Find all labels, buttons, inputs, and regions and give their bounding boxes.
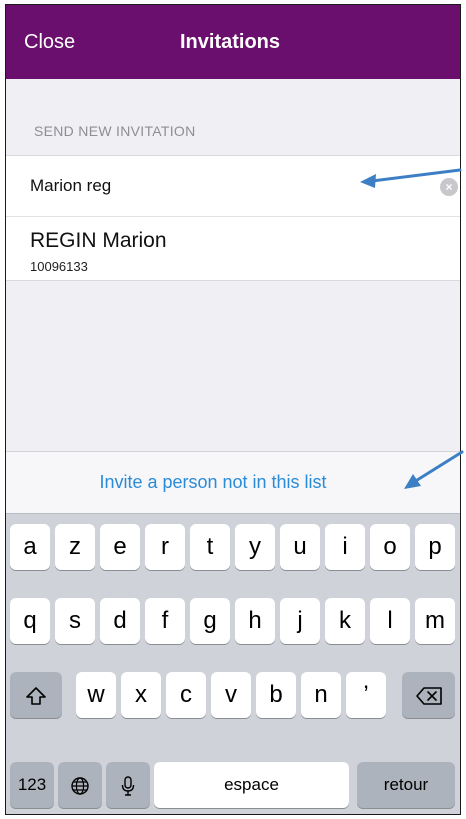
key-d[interactable]: d xyxy=(100,598,140,644)
key-apostrophe[interactable]: ’ xyxy=(346,672,386,718)
key-l[interactable]: l xyxy=(370,598,410,644)
microphone-icon xyxy=(121,775,135,796)
search-row: × xyxy=(6,155,460,217)
navigation-bar: Close Invitations xyxy=(6,5,460,79)
key-x[interactable]: x xyxy=(121,672,161,718)
key-o[interactable]: o xyxy=(370,524,410,570)
key-u[interactable]: u xyxy=(280,524,320,570)
keyboard: a z e r t y u i o p q s d f g h j k l m … xyxy=(6,513,460,814)
list-item[interactable]: REGIN Marion 10096133 xyxy=(6,217,460,281)
key-i[interactable]: i xyxy=(325,524,365,570)
key-e[interactable]: e xyxy=(100,524,140,570)
return-key[interactable]: retour xyxy=(357,762,455,808)
invite-bar: Invite a person not in this list xyxy=(6,451,460,513)
backspace-key[interactable] xyxy=(402,672,455,718)
key-s[interactable]: s xyxy=(55,598,95,644)
key-f[interactable]: f xyxy=(145,598,185,644)
globe-key[interactable] xyxy=(58,762,102,808)
globe-icon xyxy=(71,776,89,795)
shift-key[interactable] xyxy=(10,672,62,718)
key-h[interactable]: h xyxy=(235,598,275,644)
key-y[interactable]: y xyxy=(235,524,275,570)
shift-icon xyxy=(26,686,46,705)
key-v[interactable]: v xyxy=(211,672,251,718)
key-z[interactable]: z xyxy=(55,524,95,570)
key-c[interactable]: c xyxy=(166,672,206,718)
key-q[interactable]: q xyxy=(10,598,50,644)
microphone-key[interactable] xyxy=(106,762,150,808)
app-screen: Close Invitations SEND NEW INVITATION × … xyxy=(5,4,461,815)
section-header: SEND NEW INVITATION xyxy=(34,123,196,139)
person-name: REGIN Marion xyxy=(30,229,167,252)
key-w[interactable]: w xyxy=(76,672,116,718)
person-id: 10096133 xyxy=(30,259,88,274)
key-r[interactable]: r xyxy=(145,524,185,570)
key-k[interactable]: k xyxy=(325,598,365,644)
key-a[interactable]: a xyxy=(10,524,50,570)
key-j[interactable]: j xyxy=(280,598,320,644)
clear-circle-icon[interactable]: × xyxy=(440,178,458,196)
key-m[interactable]: m xyxy=(415,598,455,644)
key-n[interactable]: n xyxy=(301,672,341,718)
key-b[interactable]: b xyxy=(256,672,296,718)
key-p[interactable]: p xyxy=(415,524,455,570)
space-key[interactable]: espace xyxy=(154,762,349,808)
backspace-icon xyxy=(415,686,442,705)
invite-unlisted-link[interactable]: Invite a person not in this list xyxy=(6,472,460,493)
key-g[interactable]: g xyxy=(190,598,230,644)
numbers-key[interactable]: 123 xyxy=(10,762,54,808)
page-title: Invitations xyxy=(179,31,280,53)
key-t[interactable]: t xyxy=(190,524,230,570)
search-input[interactable] xyxy=(30,170,390,202)
